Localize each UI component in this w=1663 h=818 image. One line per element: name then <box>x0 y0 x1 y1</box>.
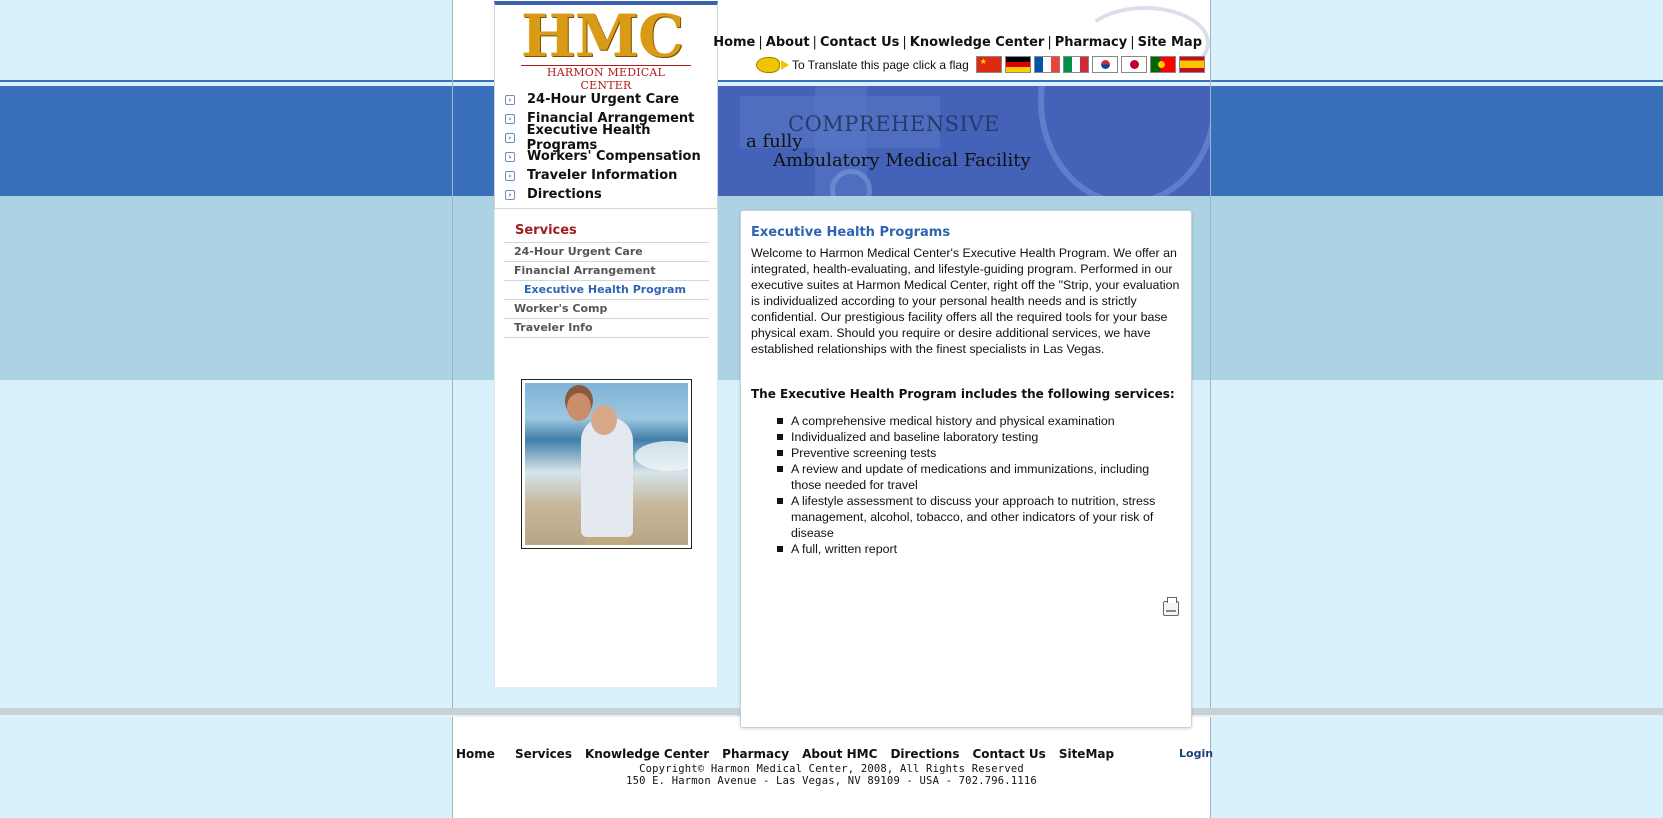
list-item: A full, written report <box>777 541 1181 557</box>
sidebar: Services 24-Hour Urgent Care Financial A… <box>494 209 718 687</box>
logo-subtitle: HARMON MEDICAL CENTER <box>521 65 691 92</box>
beach-photo-image <box>525 383 688 545</box>
footer-link-sitemap[interactable]: SiteMap <box>1059 747 1114 761</box>
sidebar-title: Services <box>515 223 577 238</box>
services-menu: 24-Hour Urgent Care Financial Arrangemen… <box>504 242 709 338</box>
list-item: Preventive screening tests <box>777 445 1181 461</box>
separator: | <box>1047 35 1052 50</box>
sidebar-item-traveler[interactable]: Traveler Info <box>504 319 709 338</box>
flag-list: ★ <box>973 56 1205 73</box>
separator: | <box>758 35 763 50</box>
spain-flag-icon[interactable] <box>1178 56 1205 73</box>
services-heading: The Executive Health Program includes th… <box>751 387 1175 401</box>
quick-nav: › 24-Hour Urgent Care › Financial Arrangem… <box>505 90 717 204</box>
separator: | <box>812 35 817 50</box>
tagline-ambulatory: Ambulatory Medical Facility <box>773 150 1031 171</box>
footer-link-pharmacy[interactable]: Pharmacy <box>722 747 789 761</box>
page-edge-right <box>1210 0 1211 818</box>
photo-figure-head-man <box>591 405 617 435</box>
separator: | <box>902 35 907 50</box>
translate-bar: To Translate this page click a flag ★ <box>756 56 1205 73</box>
couple-photo <box>521 379 692 549</box>
logo[interactable]: HMC <box>521 7 684 65</box>
quick-nav-item-workers-comp[interactable]: › Workers' Compensation <box>505 147 717 166</box>
footer-link-directions[interactable]: Directions <box>890 747 959 761</box>
footer-link-home[interactable]: Home <box>456 747 495 761</box>
sidebar-item-urgent-care[interactable]: 24-Hour Urgent Care <box>504 243 709 262</box>
arrow-bullet-icon: › <box>505 113 515 124</box>
china-flag-icon[interactable]: ★ <box>975 56 1002 73</box>
separator: | <box>1130 35 1135 50</box>
germany-flag-icon[interactable] <box>1004 56 1031 73</box>
top-nav: Home | About | Contact Us | Knowledge Center | P… <box>713 35 1202 50</box>
top-link-sitemap[interactable]: Site Map <box>1138 35 1202 50</box>
page-title: Executive Health Programs <box>751 225 951 240</box>
japan-flag-icon[interactable] <box>1120 56 1147 73</box>
list-item: A review and update of medications and i… <box>777 461 1181 493</box>
sidebar-item-executive-health[interactable]: Executive Health Program <box>504 281 709 300</box>
header-rule <box>0 80 1663 82</box>
intro-paragraph: Welcome to Harmon Medical Center's Execu… <box>751 246 1180 356</box>
sidebar-item-workers-comp[interactable]: Worker's Comp <box>504 300 709 319</box>
stethoscope-graphic <box>1038 86 1210 196</box>
arrow-bullet-icon: › <box>505 151 515 162</box>
login-link[interactable]: Login <box>1179 747 1213 760</box>
top-link-knowledge[interactable]: Knowledge Center <box>910 35 1045 50</box>
portugal-flag-icon[interactable] <box>1149 56 1176 73</box>
arrow-bullet-icon: › <box>505 132 515 143</box>
italy-flag-icon[interactable] <box>1062 56 1089 73</box>
quick-nav-item-directions[interactable]: › Directions <box>505 185 717 204</box>
tagline-a-fully: a fully <box>746 131 803 152</box>
quick-nav-item-executive-health[interactable]: › Executive Health Programs <box>505 123 717 153</box>
address-text: 150 E. Harmon Avenue - Las Vegas, NV 891… <box>626 775 1037 787</box>
quick-nav-item-urgent-care[interactable]: › 24-Hour Urgent Care <box>505 90 717 109</box>
arrow-bullet-icon: › <box>505 170 515 181</box>
footer-link-services[interactable]: Services <box>515 747 572 761</box>
list-item: A lifestyle assessment to discuss your a… <box>777 493 1181 541</box>
photo-figure-head-woman <box>567 393 591 421</box>
list-item: Individualized and baseline laboratory t… <box>777 429 1181 445</box>
arrow-bullet-icon: › <box>505 94 515 105</box>
top-link-pharmacy[interactable]: Pharmacy <box>1055 35 1127 50</box>
sidebar-item-financial[interactable]: Financial Arrangement <box>504 262 709 281</box>
footer-link-about[interactable]: About HMC <box>802 747 877 761</box>
services-bullet-list: A comprehensive medical history and phys… <box>751 413 1181 557</box>
footer-link-knowledge[interactable]: Knowledge Center <box>585 747 709 761</box>
top-link-home[interactable]: Home <box>713 35 755 50</box>
quick-nav-item-traveler[interactable]: › Traveler Information <box>505 166 717 185</box>
footer-link-contact[interactable]: Contact Us <box>972 747 1045 761</box>
tagline-comprehensive: COMPREHENSIVE <box>788 112 1000 136</box>
top-link-about[interactable]: About <box>766 35 810 50</box>
photo-wave <box>635 441 688 471</box>
top-link-contact[interactable]: Contact Us <box>820 35 899 50</box>
footer-nav: Home Services Knowledge Center Pharmacy … <box>456 747 1127 761</box>
page-edge-left <box>452 0 453 818</box>
babelfish-icon <box>756 56 789 73</box>
copyright-text: Copyright© Harmon Medical Center, 2008, … <box>639 763 1024 775</box>
photo-figure-body <box>581 417 633 537</box>
logo-panel: HMC HARMON MEDICAL CENTER › 24-Hour Urgen… <box>494 1 718 209</box>
france-flag-icon[interactable] <box>1033 56 1060 73</box>
print-icon[interactable] <box>1163 597 1179 616</box>
korea-flag-icon[interactable] <box>1091 56 1118 73</box>
list-item: A comprehensive medical history and phys… <box>777 413 1181 429</box>
arrow-bullet-icon: › <box>505 189 515 200</box>
content-panel: Executive Health Programs Welcome to Har… <box>740 210 1192 728</box>
translate-label: To Translate this page click a flag <box>792 57 969 72</box>
